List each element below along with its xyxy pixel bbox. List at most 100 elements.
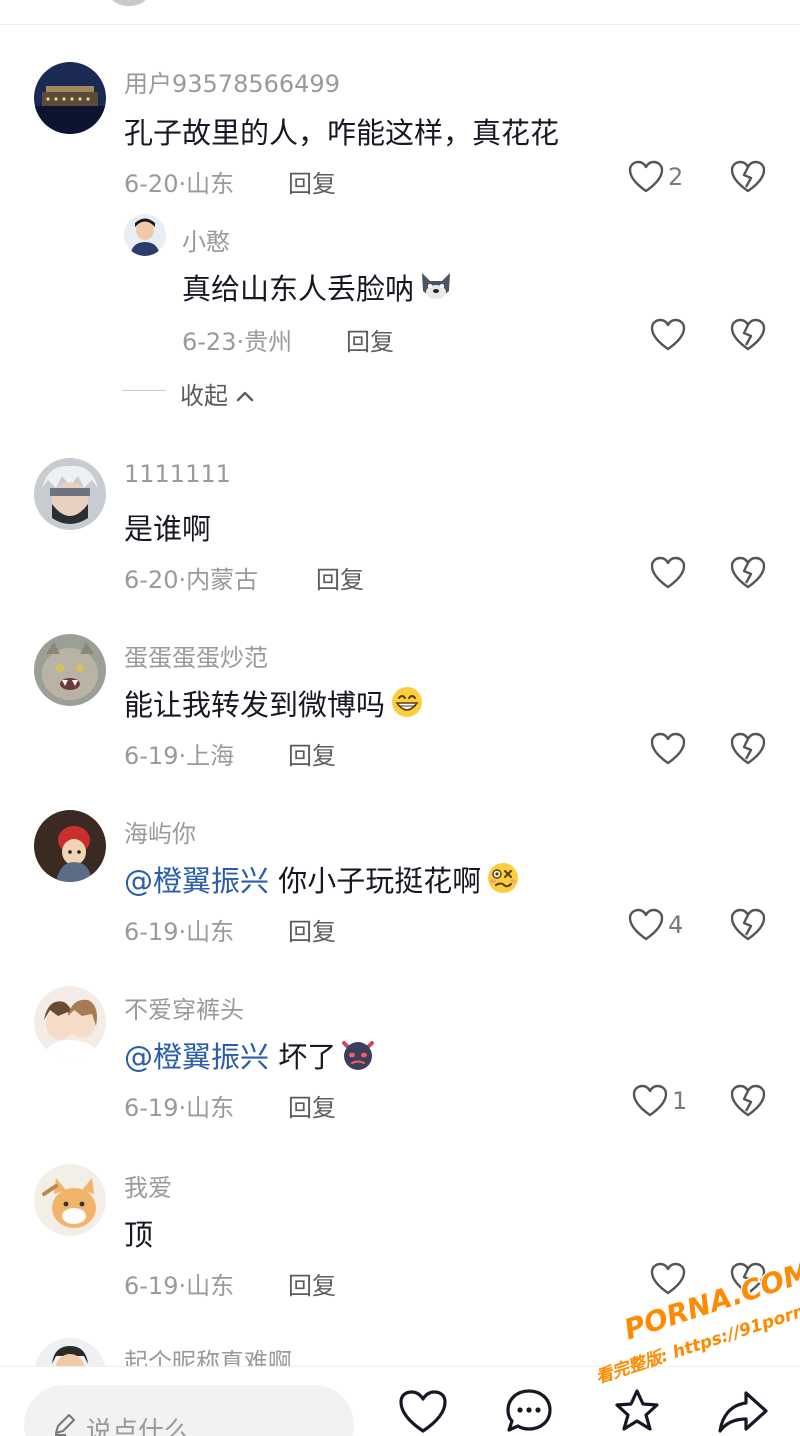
dislike-button[interactable] — [730, 556, 766, 594]
mention-link[interactable]: @橙翼振兴 — [124, 864, 269, 898]
like-count: 4 — [668, 911, 684, 939]
avatar[interactable] — [34, 458, 106, 530]
reply-date: 6-23 — [182, 328, 237, 356]
reply-button[interactable]: 回复 — [288, 736, 336, 771]
comment-meta: 6-19·山东 — [124, 1088, 234, 1123]
username[interactable]: 1111111 — [124, 460, 231, 488]
woozy-emoji — [485, 861, 521, 902]
meta-separator: · — [178, 1272, 187, 1300]
heart-icon[interactable] — [398, 1389, 448, 1435]
username[interactable]: 不爱穿裤头 — [124, 990, 244, 1025]
collapse-divider — [122, 390, 166, 391]
avatar[interactable] — [34, 634, 106, 706]
dislike-button[interactable] — [730, 908, 766, 946]
devil-emoji — [340, 1037, 376, 1078]
broken-heart-icon — [730, 732, 766, 765]
divider — [0, 24, 800, 25]
like-count: 2 — [668, 163, 684, 191]
username[interactable]: 蛋蛋蛋蛋炒范 — [124, 638, 268, 673]
mention-link[interactable]: @橙翼振兴 — [124, 1040, 269, 1074]
meta-separator: · — [178, 170, 187, 198]
comment-text: @橙翼振兴 坏了 — [124, 1034, 376, 1078]
heart-icon — [650, 732, 686, 765]
dislike-button[interactable] — [730, 318, 766, 356]
dislike-button[interactable] — [730, 732, 766, 770]
comment-text-body: 能让我转发到微博吗 — [124, 688, 386, 722]
meta-separator: · — [236, 328, 245, 356]
comment-text: 孔子故里的人，咋能这样，真花花 — [124, 116, 560, 150]
like-count: 1 — [672, 1087, 688, 1115]
collapse-label: 收起 — [180, 382, 228, 410]
reply-location: 贵州 — [244, 328, 293, 356]
avatar[interactable] — [34, 1164, 106, 1236]
pencil-icon — [55, 1414, 75, 1436]
comment-location: 内蒙古 — [186, 566, 259, 594]
share-icon[interactable] — [716, 1389, 770, 1435]
reply-avatar[interactable] — [124, 214, 166, 256]
comment-meta: 6-20·内蒙古 — [124, 560, 258, 595]
reply-button[interactable]: 回复 — [288, 912, 336, 947]
dog-face-emoji — [418, 269, 454, 310]
heart-icon — [650, 318, 686, 351]
like-button[interactable]: 2 — [628, 160, 683, 194]
reply-button[interactable]: 回复 — [316, 560, 364, 595]
reply-button[interactable]: 回复 — [346, 322, 394, 357]
like-button[interactable] — [650, 556, 686, 590]
meta-separator: · — [178, 918, 187, 946]
like-button[interactable]: 1 — [632, 1084, 687, 1118]
reply-button[interactable]: 回复 — [288, 1266, 336, 1301]
username[interactable]: 用户93578566499 — [124, 64, 340, 99]
like-button[interactable] — [650, 732, 686, 766]
username[interactable]: 我爱 — [124, 1168, 172, 1203]
comment-page: 用户93578566499 孔子故里的人，咋能这样，真花花 6-20·山东 回复… — [0, 0, 800, 1436]
comment-date: 6-19 — [124, 1272, 179, 1300]
broken-heart-icon — [730, 318, 766, 351]
avatar[interactable] — [34, 62, 106, 134]
comment-text: 顶 — [124, 1218, 154, 1252]
like-button[interactable]: 4 — [628, 908, 683, 942]
heart-icon — [628, 908, 664, 941]
dislike-button[interactable] — [730, 1084, 766, 1122]
like-button[interactable] — [650, 318, 686, 352]
heart-icon — [628, 160, 664, 193]
meta-separator: · — [178, 566, 187, 594]
comment-date: 6-19 — [124, 918, 179, 946]
comment-location: 山东 — [186, 1094, 235, 1122]
comment-text-body: 你小子玩挺花啊 — [278, 864, 482, 898]
username[interactable]: 海屿你 — [124, 814, 196, 849]
dislike-button[interactable] — [730, 160, 766, 198]
heart-icon — [632, 1084, 668, 1117]
comment-text: 是谁啊 — [124, 512, 212, 546]
comment-icon[interactable] — [504, 1387, 554, 1435]
comment-text: @橙翼振兴 你小子玩挺花啊 — [124, 858, 521, 902]
reply-button[interactable]: 回复 — [288, 1088, 336, 1123]
broken-heart-icon — [730, 556, 766, 589]
broken-heart-icon — [730, 1084, 766, 1117]
comment-date: 6-20 — [124, 170, 179, 198]
comment-location: 山东 — [186, 170, 235, 198]
avatar-fragment — [104, 0, 154, 6]
broken-heart-icon — [730, 908, 766, 941]
avatar[interactable] — [34, 986, 106, 1058]
comment-meta: 6-19·山东 — [124, 912, 234, 947]
meta-separator: · — [178, 742, 187, 770]
comment-date: 6-19 — [124, 742, 179, 770]
comment-text: 能让我转发到微博吗 — [124, 682, 425, 726]
reply-text: 真给山东人丢脸呐 — [182, 266, 454, 310]
comment-meta: 6-19·山东 — [124, 1266, 234, 1301]
heart-icon — [650, 556, 686, 589]
comment-text-body: 坏了 — [278, 1040, 337, 1074]
comment-date: 6-19 — [124, 1094, 179, 1122]
comment-meta: 6-20·山东 — [124, 164, 234, 199]
reply-button[interactable]: 回复 — [288, 164, 336, 199]
avatar[interactable] — [34, 810, 106, 882]
comment-location: 上海 — [186, 742, 235, 770]
reply-username[interactable]: 小憨 — [182, 222, 230, 257]
collapse-replies-button[interactable]: 收起 — [180, 376, 254, 411]
broken-heart-icon — [730, 160, 766, 193]
reply-meta: 6-23·贵州 — [182, 322, 292, 357]
comment-meta: 6-19·上海 — [124, 736, 234, 771]
chevron-up-icon — [236, 391, 253, 402]
comment-input-placeholder: 说点什么... — [86, 1417, 215, 1436]
reply-text-body: 真给山东人丢脸呐 — [182, 272, 415, 306]
